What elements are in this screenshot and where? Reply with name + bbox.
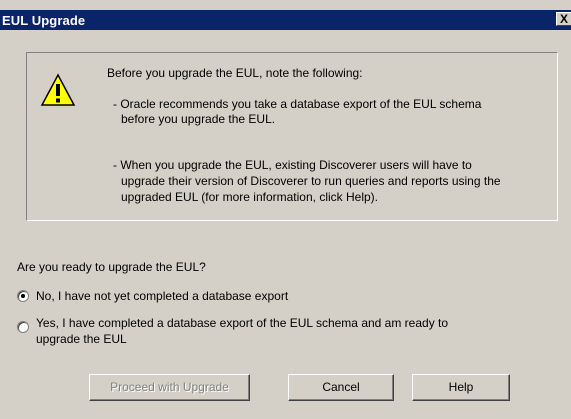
radio-selected-dot [21,294,25,298]
warning-icon [40,73,76,106]
option-no-export-label[interactable]: No, I have not yet completed a database … [36,288,288,304]
info-intro: Before you upgrade the EUL, note the fol… [107,66,363,80]
eul-upgrade-dialog: EUL Upgrade X Before you upgrade the EUL… [0,0,571,419]
info-note2-line2: upgrade their version of Discoverer to r… [121,174,501,188]
close-button[interactable]: X [556,12,571,26]
info-note2-line1: - When you upgrade the EUL, existing Dis… [113,158,472,172]
help-button[interactable]: Help [412,374,510,401]
title-bar[interactable]: EUL Upgrade X [0,10,571,30]
proceed-with-upgrade-button[interactable]: Proceed with Upgrade [89,374,250,401]
option-yes-export-line1[interactable]: Yes, I have completed a database export … [36,315,448,331]
radio-yes-export[interactable] [17,321,29,333]
option-yes-export-line2[interactable]: upgrade the EUL [36,331,127,347]
info-note1-line1: - Oracle recommends you take a database … [113,97,482,111]
radio-no-export[interactable] [17,290,29,302]
info-note1-line2: before you upgrade the EUL. [121,112,276,126]
cancel-button[interactable]: Cancel [288,374,394,401]
window-title: EUL Upgrade [2,13,86,28]
question-label: Are you ready to upgrade the EUL? [17,260,206,274]
info-note2-line3: upgraded EUL (for more information, clic… [121,190,378,204]
